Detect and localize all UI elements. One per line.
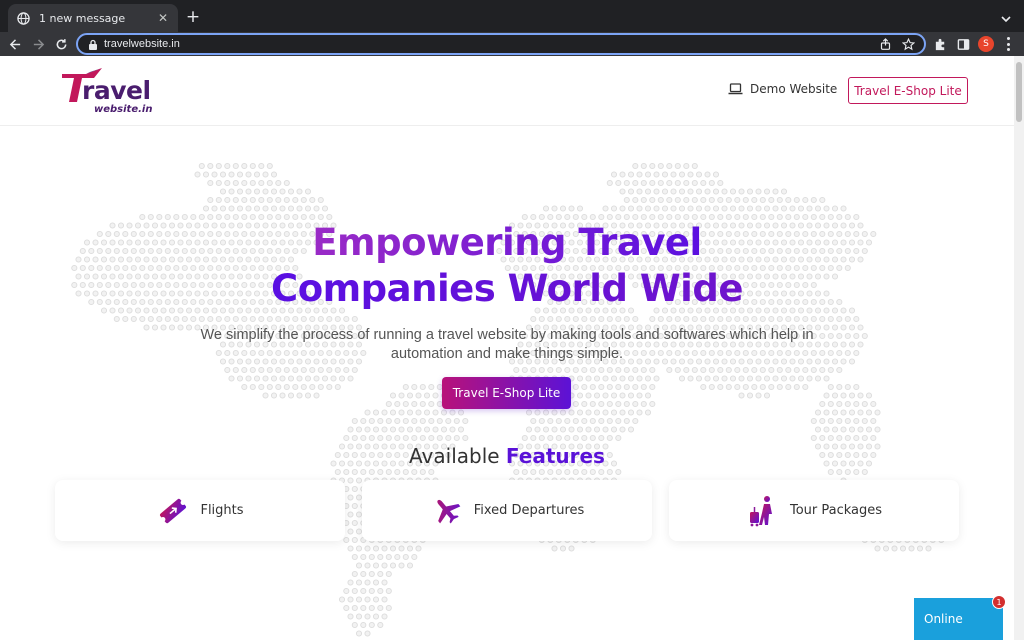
chat-notification-badge: 1	[992, 595, 1006, 609]
features-heading-accent: Features	[505, 444, 605, 468]
lock-icon[interactable]	[88, 39, 98, 50]
hero-title-line-2: Companies World Wide	[271, 267, 743, 310]
feature-label: Fixed Departures	[473, 503, 585, 518]
feature-card-fixed-departures[interactable]: Fixed Departures	[362, 480, 652, 541]
chat-online-widget[interactable]: Online	[914, 598, 1003, 640]
laptop-icon	[728, 83, 743, 95]
scrollbar-thumb[interactable]	[1016, 62, 1022, 122]
travel-eshop-lite-header-button[interactable]: Travel E-Shop Lite	[848, 77, 968, 104]
browser-tab-bar: 1 new message ✕ +	[0, 0, 1024, 32]
features-heading: Available Features	[0, 444, 1014, 468]
forward-arrow-icon[interactable]	[29, 35, 47, 53]
address-text[interactable]: travelwebsite.in	[104, 38, 878, 50]
feature-label: Tour Packages	[789, 503, 883, 518]
bookmark-star-icon[interactable]	[901, 37, 915, 51]
browser-toolbar: travelwebsite.in S	[0, 32, 1024, 56]
travel-eshop-lite-cta-button[interactable]: Travel E-Shop Lite	[442, 377, 571, 409]
address-bar[interactable]: travelwebsite.in	[76, 33, 926, 55]
demo-website-link[interactable]: Demo Website	[728, 82, 837, 96]
feature-label: Flights	[200, 503, 244, 518]
feature-card-tour-packages[interactable]: Tour Packages	[669, 480, 959, 541]
browser-tab[interactable]: 1 new message ✕	[8, 4, 178, 32]
page-scrollbar[interactable]	[1014, 56, 1024, 640]
extensions-puzzle-icon[interactable]	[932, 36, 948, 52]
globe-icon	[16, 11, 30, 25]
back-arrow-icon[interactable]	[6, 35, 24, 53]
feature-card-flights[interactable]: Flights	[55, 480, 345, 541]
share-icon[interactable]	[878, 37, 892, 51]
logo-wordmark: ravel	[82, 76, 151, 105]
web-page: ravel website.in Demo Website Travel E-S…	[0, 56, 1014, 640]
ticket-plane-icon	[156, 494, 190, 528]
features-heading-plain: Available	[409, 444, 506, 468]
hero-title: Empowering Travel Companies World Wide	[0, 220, 1014, 312]
reload-icon[interactable]	[52, 35, 70, 53]
hero-title-line-1: Empowering Travel	[312, 221, 702, 264]
side-panel-icon[interactable]	[955, 36, 971, 52]
tab-title: 1 new message	[39, 11, 126, 25]
profile-avatar[interactable]: S	[978, 36, 994, 52]
site-header: ravel website.in Demo Website Travel E-S…	[0, 56, 1014, 126]
tab-close-icon[interactable]: ✕	[156, 11, 170, 25]
site-logo[interactable]: ravel website.in	[60, 68, 160, 116]
traveler-luggage-icon	[746, 494, 780, 528]
browser-menu-icon[interactable]	[1006, 37, 1010, 51]
chat-status-label: Online	[924, 612, 963, 626]
new-tab-button[interactable]: +	[184, 8, 202, 26]
hero-subtitle: We simplify the process of running a tra…	[200, 327, 814, 362]
demo-website-label: Demo Website	[750, 82, 838, 96]
airplane-icon	[430, 494, 464, 528]
tab-search-chevron-icon[interactable]	[1000, 10, 1012, 23]
logo-subtext: website.in	[94, 104, 153, 115]
